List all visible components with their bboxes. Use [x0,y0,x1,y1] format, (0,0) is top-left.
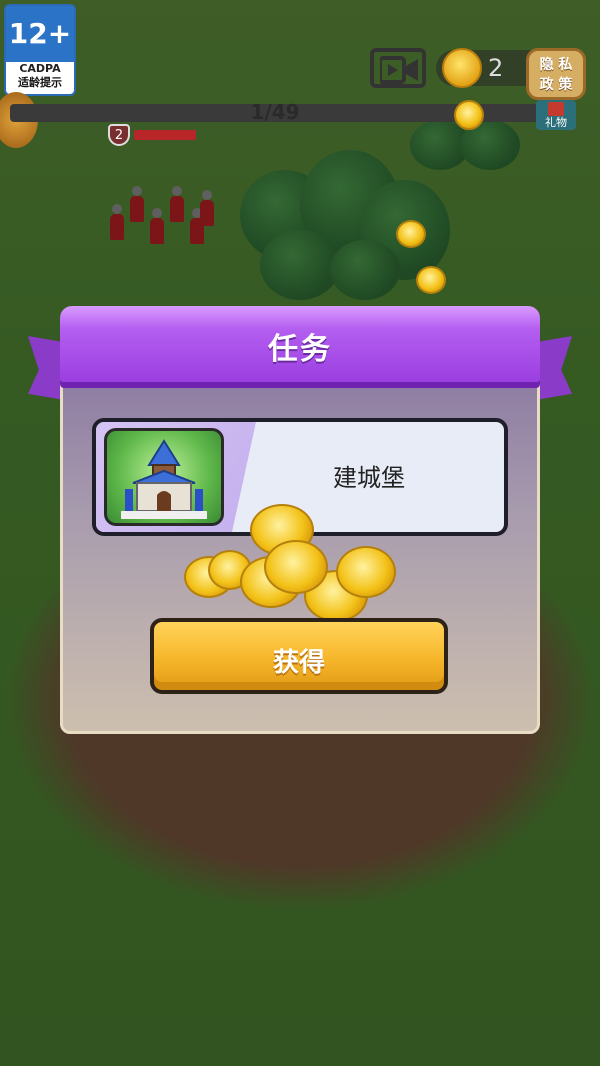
coin-icon [264,540,328,594]
coin-count: 2 [488,54,504,82]
age-rating-label: 12+ [6,6,74,62]
video-camera-icon [380,56,418,84]
gift-button[interactable]: 礼物 [536,100,576,130]
coin-icon [416,266,446,294]
age-note-label: 适龄提示 [18,76,62,89]
age-org-label: CADPA [19,62,61,75]
video-button[interactable] [370,48,426,88]
privacy-policy-button[interactable]: 隐 私 政 策 [526,48,586,100]
enemy-level-badge: 2 [108,124,130,146]
dialog-title-ribbon: 任务 [60,306,540,382]
enemy-health-bar [134,130,196,140]
dialog-title: 任务 [268,332,332,367]
claim-button-label: 获得 [272,648,325,678]
coin-icon [454,100,484,130]
castle-icon [104,428,224,526]
coin-icon [442,48,482,88]
coin-icon [396,220,426,248]
coin-icon [336,546,396,598]
age-rating-badge[interactable]: 12+ CADPA 适龄提示 [4,4,76,96]
task-name: 建城堡 [333,464,405,492]
privacy-line-2: 政 策 [539,77,573,93]
privacy-line-1: 隐 私 [539,57,573,73]
gift-label: 礼物 [545,116,567,129]
claim-button[interactable]: 获得 [150,618,448,694]
